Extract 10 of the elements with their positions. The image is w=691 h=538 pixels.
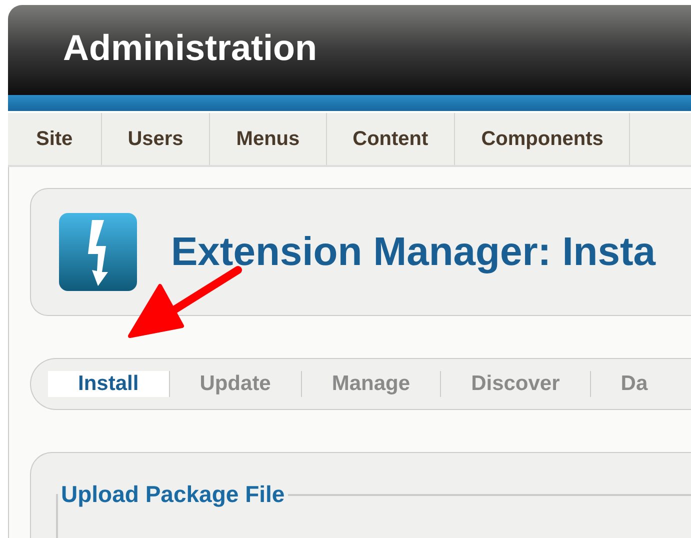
menu-item[interactable]: Content [326, 113, 456, 165]
header-title: Administration [63, 27, 318, 69]
lightning-icon [58, 212, 138, 292]
fieldset-legend: Upload Package File [58, 481, 288, 508]
menu-item[interactable]: Users [102, 113, 210, 165]
page-title: Extension Manager: Insta [171, 230, 656, 274]
menu-item[interactable]: Components [455, 113, 630, 165]
sub-tab[interactable]: Install [48, 371, 170, 397]
menu-item[interactable]: Menus [210, 113, 327, 165]
menu-item[interactable]: Site [8, 113, 102, 165]
